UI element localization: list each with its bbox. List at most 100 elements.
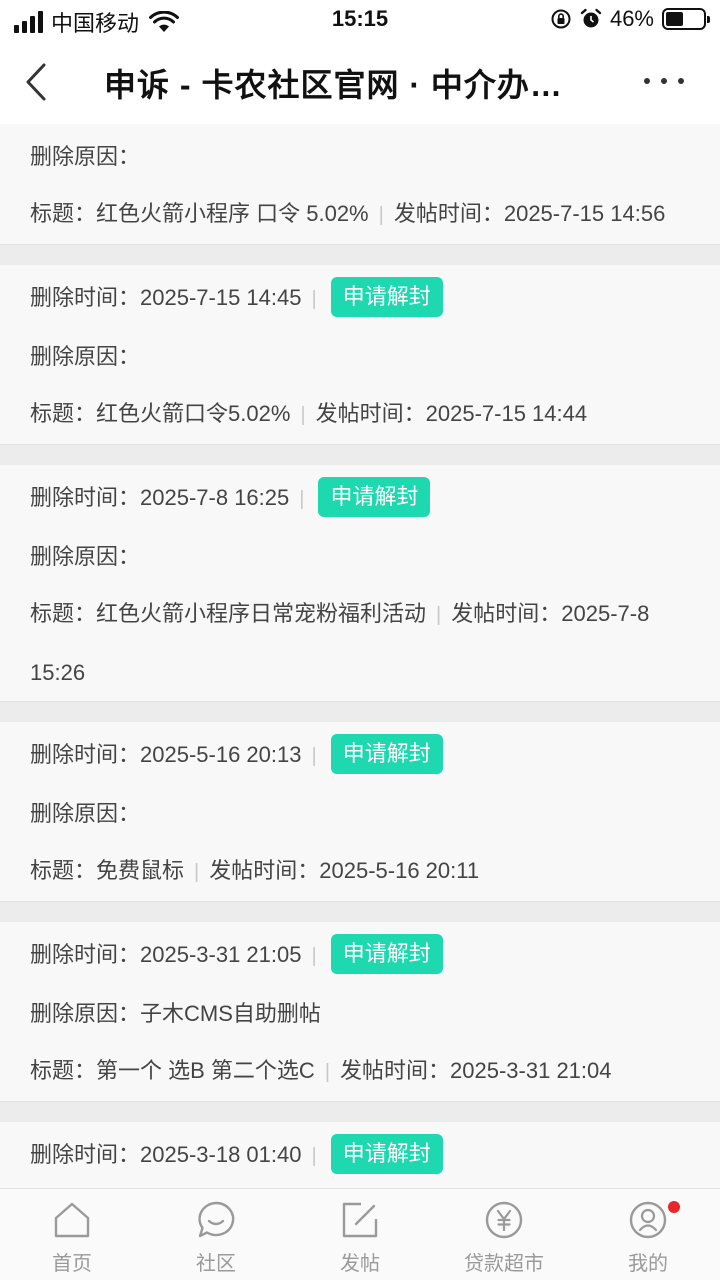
tab-profile[interactable]: 我的 <box>576 1189 720 1280</box>
status-right: 46% <box>550 6 710 32</box>
delete-time-label: 删除时间： <box>30 285 141 310</box>
post-time-value: 2025-5-16 20:11 <box>319 858 480 883</box>
profile-icon <box>629 1201 667 1239</box>
post-title: 红色火箭小程序 口令 5.02% <box>96 201 369 226</box>
appeal-record-card: 删除原因： 标题：红色火箭小程序 口令 5.02% | 发帖时间：2025-7-15 … <box>0 124 720 245</box>
delete-time-value: 2025-3-18 01:40 <box>140 1142 302 1167</box>
title-label: 标题： <box>30 1058 97 1083</box>
delete-reason-row: 删除原因：子木CMS自助删帖 <box>30 985 690 1042</box>
separator: | <box>299 488 305 510</box>
delete-reason-row: 删除原因： <box>30 128 690 185</box>
separator: | <box>436 604 442 626</box>
post-title: 免费鼠标 <box>96 858 185 883</box>
delete-time-row: 删除时间：2025-5-16 20:13 | 申请解封 <box>30 726 690 785</box>
tab-community[interactable]: 社区 <box>144 1189 288 1280</box>
post-time-label: 发帖时间： <box>393 201 504 226</box>
yuan-coin-icon <box>485 1201 523 1239</box>
delete-reason-label: 删除原因： <box>30 801 141 826</box>
title-label: 标题： <box>30 401 97 426</box>
post-time-label: 发帖时间： <box>340 1058 451 1083</box>
appeal-record-card: 删除时间：2025-7-15 14:45 | 申请解封删除原因： 标题：红色火箭口令5… <box>0 265 720 445</box>
appeal-record-card: 删除时间：2025-7-8 16:25 | 申请解封 删除原因： 标题：红色火箭小程序日… <box>0 465 720 702</box>
post-title: 红色火箭小程序日常宠粉福利活动 <box>96 601 427 626</box>
title-row: 标题：红色火箭小程序 口令 5.02% | 发帖时间：2025-7-15 14:56 <box>30 185 690 244</box>
battery-icon <box>662 8 710 30</box>
tab-post[interactable]: 发帖 <box>288 1189 432 1280</box>
delete-time-label: 删除时间： <box>30 942 141 967</box>
separator: | <box>311 745 317 767</box>
separator: | <box>311 945 317 967</box>
delete-reason-value: 子木CMS自助删帖 <box>140 1001 321 1026</box>
delete-time-row: 删除时间：2025-7-8 16:25 | 申请解封 <box>30 469 690 528</box>
post-time-label: 发帖时间： <box>451 601 562 626</box>
tab-profile-label: 我的 <box>628 1253 668 1275</box>
tab-post-label: 发帖 <box>340 1253 380 1275</box>
appeal-unblock-button[interactable]: 申请解封 <box>330 1134 443 1175</box>
delete-time-value: 2025-3-31 21:05 <box>140 942 302 967</box>
appeal-record-card: 删除时间：2025-3-18 01:40|申请解封删除原因： <box>0 1122 720 1188</box>
delete-reason-label: 删除原因： <box>30 544 141 569</box>
appeal-record-list[interactable]: 删除原因： 标题：红色火箭小程序 口令 5.02% | 发帖时间：2025-7-15 … <box>0 124 720 1188</box>
more-dots-icon <box>644 78 650 84</box>
title-row: 标题：免费鼠标 | 发帖时间：2025-5-16 20:11 <box>30 842 690 901</box>
post-time-label: 发帖时间： <box>315 401 426 426</box>
separator: | <box>311 288 317 310</box>
tab-loan-market[interactable]: 贷款超市 <box>432 1189 576 1280</box>
post-title: 第一个 选B 第二个选C <box>96 1058 315 1083</box>
separator: | <box>378 204 384 226</box>
delete-time-row: 删除时间：2025-3-18 01:40 | 申请解封 <box>30 1126 690 1185</box>
title-row: 标题：第一个 选B 第二个选C | 发帖时间：2025-3-31 21:04 <box>30 1042 690 1101</box>
edit-post-icon <box>342 1202 378 1238</box>
appeal-record-card: 删除时间：2025-5-16 20:13 | 申请解封删除原因： 标题：免费鼠标 | 发帖… <box>0 722 720 902</box>
delete-time-value: 2025-5-16 20:13 <box>140 742 302 767</box>
separator: | <box>311 1145 317 1167</box>
status-bar: 中国移动 15:15 46% <box>0 0 720 40</box>
notification-badge <box>668 1201 680 1213</box>
post-title: 红色火箭口令5.02% <box>96 401 291 426</box>
title-label: 标题： <box>30 601 97 626</box>
nav-bar: 申诉 - 卡农社区官网 · 中介办… <box>0 40 720 124</box>
more-options-button[interactable] <box>644 68 684 94</box>
delete-reason-row: 删除原因： <box>30 328 690 385</box>
delete-time-label: 删除时间： <box>30 1142 141 1167</box>
post-time-value: 2025-7-15 14:56 <box>503 201 666 226</box>
title-label: 标题： <box>30 858 97 883</box>
delete-reason-label: 删除原因： <box>30 1001 141 1026</box>
rotation-lock-icon <box>551 9 571 29</box>
tab-home-label: 首页 <box>52 1253 92 1275</box>
back-button[interactable] <box>14 56 58 108</box>
tab-community-label: 社区 <box>196 1253 236 1275</box>
separator: | <box>300 404 306 426</box>
alarm-icon <box>580 8 602 28</box>
delete-reason-label: 删除原因： <box>30 144 141 169</box>
chevron-left-icon <box>26 63 46 101</box>
delete-time-value: 2025-7-15 14:45 <box>140 285 302 310</box>
appeal-unblock-button[interactable]: 申请解封 <box>330 934 443 975</box>
tab-home[interactable]: 首页 <box>0 1189 144 1280</box>
bottom-tab-bar: 首页 社区 发帖 贷款超市 我的 <box>0 1188 720 1280</box>
appeal-unblock-button[interactable]: 申请解封 <box>330 734 443 775</box>
appeal-unblock-button[interactable]: 申请解封 <box>330 277 443 318</box>
home-icon <box>54 1202 90 1238</box>
chat-bubble-icon <box>198 1201 235 1238</box>
delete-time-row: 删除时间：2025-3-31 21:05 | 申请解封 <box>30 926 690 985</box>
separator: | <box>194 861 200 883</box>
separator: | <box>324 1061 331 1083</box>
appeal-unblock-button[interactable]: 申请解封 <box>318 477 431 518</box>
tab-loan-market-label: 贷款超市 <box>464 1253 544 1275</box>
delete-time-label: 删除时间： <box>30 742 141 767</box>
delete-time-row: 删除时间：2025-7-15 14:45 | 申请解封 <box>30 269 690 328</box>
title-label: 标题： <box>30 201 97 226</box>
page-title: 申诉 - 卡农社区官网 · 中介办… <box>104 67 563 103</box>
title-row: 标题：红色火箭小程序日常宠粉福利活动 | 发帖时间：2025-7-8 15:26 <box>30 585 690 701</box>
post-time-value: 2025-3-31 21:04 <box>450 1058 612 1083</box>
post-time-label: 发帖时间： <box>209 858 320 883</box>
title-row: 标题：红色火箭口令5.02% | 发帖时间：2025-7-15 14:44 <box>30 385 690 444</box>
post-time-value: 2025-7-15 14:44 <box>425 401 588 426</box>
delete-reason-row: 删除原因： <box>30 785 690 842</box>
battery-percent: 46% <box>609 6 654 31</box>
delete-time-label: 删除时间： <box>30 485 141 510</box>
delete-reason-row: 删除原因： <box>30 528 690 585</box>
appeal-record-card: 删除时间：2025-3-31 21:05 | 申请解封 删除原因：子木CMS自助删帖标… <box>0 922 720 1102</box>
delete-reason-label: 删除原因： <box>30 344 141 369</box>
